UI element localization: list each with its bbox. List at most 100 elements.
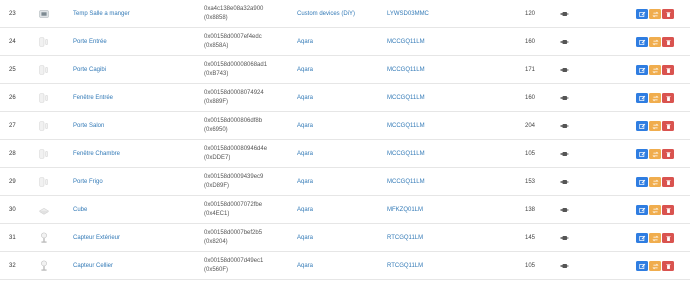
delete-button[interactable] (662, 121, 674, 131)
cube-icon (39, 207, 49, 215)
device-friendly-name-link[interactable]: Cube (73, 196, 193, 224)
delete-button[interactable] (662, 233, 674, 243)
trash-icon (665, 67, 671, 73)
device-vendor-link[interactable]: Aqara (297, 196, 377, 224)
device-vendor-link[interactable]: Aqara (297, 84, 377, 112)
delete-button[interactable] (662, 149, 674, 159)
device-ieee-address: 0x00158d0008074924 (0x889F) (204, 84, 284, 112)
ieee-address: 0x00158d000806df8b (204, 118, 263, 124)
device-model-link[interactable]: MCCGQ11LM (387, 112, 467, 140)
row-actions (636, 56, 674, 84)
device-id: 32 (9, 263, 16, 269)
ieee-address: 0x00158d00080946d4e (204, 146, 268, 152)
edit-button[interactable] (636, 149, 648, 159)
device-vendor-link[interactable]: Aqara (297, 56, 377, 84)
delete-button[interactable] (662, 205, 674, 215)
edit-button[interactable] (636, 93, 648, 103)
door-sensor-icon (39, 65, 48, 75)
edit-icon (638, 11, 645, 17)
device-friendly-name-link[interactable]: Porte Frigo (73, 168, 193, 196)
device-model-link[interactable]: RTCGQ11LM (387, 252, 467, 280)
device-id: 26 (9, 95, 16, 101)
delete-button[interactable] (662, 261, 674, 271)
rename-button[interactable] (649, 9, 661, 19)
delete-button[interactable] (662, 65, 674, 75)
delete-button[interactable] (662, 93, 674, 103)
network-address: (0x560F) (204, 267, 229, 273)
edit-button[interactable] (636, 177, 648, 187)
device-friendly-name-link[interactable]: Capteur Extérieur (73, 224, 193, 252)
device-vendor-link[interactable]: Aqara (297, 224, 377, 252)
rename-button[interactable] (649, 121, 661, 131)
table-row: 30 Cube 0x00158d0007072fbe (0x4EC1) Aqar… (0, 196, 690, 224)
device-vendor-link[interactable]: Aqara (297, 140, 377, 168)
device-friendly-name-link[interactable]: Porte Cagibi (73, 56, 193, 84)
motion-sensor-icon (41, 232, 47, 243)
device-id: 31 (9, 235, 16, 241)
device-friendly-name-link[interactable]: Capteur Cellier (73, 252, 193, 280)
device-table: 23 Temp Salle a manger 0xa4c138e08a32a90… (0, 0, 690, 281)
device-model-link[interactable]: MCCGQ11LM (387, 28, 467, 56)
device-vendor-link[interactable]: Aqara (297, 252, 377, 280)
edit-icon (638, 123, 645, 129)
trash-icon (665, 179, 671, 185)
device-id: 25 (9, 67, 16, 73)
trash-icon (665, 11, 671, 17)
device-model-link[interactable]: MCCGQ11LM (387, 168, 467, 196)
edit-icon (638, 95, 645, 101)
device-vendor-link[interactable]: Custom devices (DiY) (297, 0, 377, 28)
edit-button[interactable] (636, 37, 648, 47)
delete-button[interactable] (662, 37, 674, 47)
device-model-link[interactable]: MCCGQ11LM (387, 56, 467, 84)
rename-button[interactable] (649, 177, 661, 187)
edit-button[interactable] (636, 65, 648, 75)
device-model-link[interactable]: RTCGQ11LM (387, 224, 467, 252)
device-vendor-link[interactable]: Aqara (297, 168, 377, 196)
device-model-link[interactable]: MFKZQ01LM (387, 196, 467, 224)
device-model-link[interactable]: LYWSD03MMC (387, 0, 467, 28)
rename-button[interactable] (649, 37, 661, 47)
edit-button[interactable] (636, 205, 648, 215)
edit-button[interactable] (636, 9, 648, 19)
rename-button[interactable] (649, 93, 661, 103)
device-ieee-address: 0x00158d00080946d4e (0xDDE7) (204, 140, 284, 168)
plug-icon (558, 168, 570, 196)
device-friendly-name-link[interactable]: Temp Salle a manger (73, 0, 193, 28)
plug-icon (558, 224, 570, 252)
rename-button[interactable] (649, 149, 661, 159)
device-friendly-name-link[interactable]: Porte Entrée (73, 28, 193, 56)
device-model-link[interactable]: MCCGQ11LM (387, 140, 467, 168)
table-row: 25 Porte Cagibi 0x00158d00008068ad1 (0xB… (0, 56, 690, 84)
table-row: 32 Capteur Cellier 0x00158d0007d49ec1 (0… (0, 252, 690, 280)
rename-button[interactable] (649, 65, 661, 75)
row-actions (636, 196, 674, 224)
table-row: 29 Porte Frigo 0x00158d0009439ec9 (0xD89… (0, 168, 690, 196)
rename-icon (651, 207, 659, 213)
device-lqi: 160 (524, 95, 535, 101)
edit-button[interactable] (636, 233, 648, 243)
device-ieee-address: 0x00158d0007072fbe (0x4EC1) (204, 196, 284, 224)
device-friendly-name-link[interactable]: Fenêtre Entrée (73, 84, 193, 112)
device-friendly-name-link[interactable]: Porte Salon (73, 112, 193, 140)
device-model-link[interactable]: MCCGQ11LM (387, 84, 467, 112)
device-vendor-link[interactable]: Aqara (297, 28, 377, 56)
delete-button[interactable] (662, 177, 674, 187)
device-vendor-link[interactable]: Aqara (297, 112, 377, 140)
device-image (36, 168, 52, 196)
rename-button[interactable] (649, 261, 661, 271)
device-friendly-name-link[interactable]: Fenêtre Chambre (73, 140, 193, 168)
device-lqi: 160 (524, 39, 535, 45)
device-ieee-address: 0x00158d000806df8b (0x6950) (204, 112, 284, 140)
edit-button[interactable] (636, 121, 648, 131)
rename-icon (651, 179, 659, 185)
plug-icon (558, 28, 570, 56)
delete-button[interactable] (662, 9, 674, 19)
device-id: 27 (9, 123, 16, 129)
device-image (36, 252, 52, 280)
edit-button[interactable] (636, 261, 648, 271)
table-row: 23 Temp Salle a manger 0xa4c138e08a32a90… (0, 0, 690, 28)
device-image (36, 84, 52, 112)
rename-button[interactable] (649, 233, 661, 243)
rename-button[interactable] (649, 205, 661, 215)
network-address: (0xD89F) (204, 183, 230, 189)
